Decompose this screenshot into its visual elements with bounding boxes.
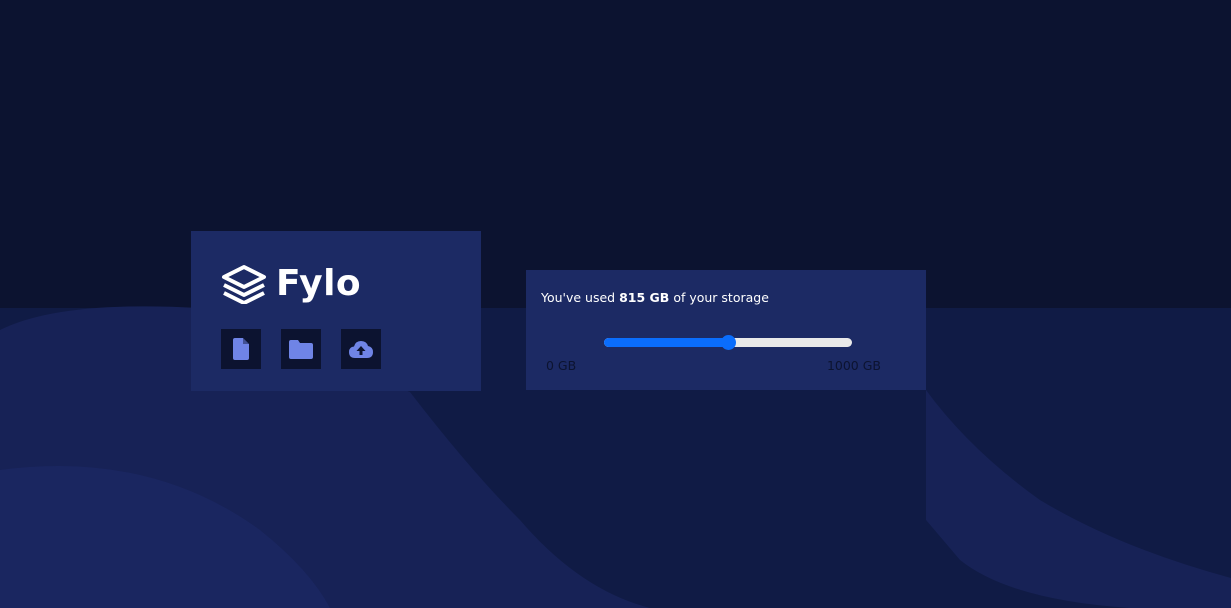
used-amount: 815 GB: [619, 290, 670, 305]
document-button[interactable]: [221, 329, 261, 369]
usage-suffix: of your storage: [673, 290, 769, 305]
layers-stack-icon: [222, 265, 266, 304]
folder-button[interactable]: [281, 329, 321, 369]
storage-slider[interactable]: [604, 335, 852, 350]
range-max-label: 1000 GB: [826, 358, 881, 373]
cloud-upload-icon: [349, 341, 373, 358]
logo-card: Fylo: [191, 231, 481, 391]
storage-usage-text: You've used 815 GB of your storage: [541, 290, 769, 305]
action-buttons: [221, 329, 381, 369]
logo: Fylo: [220, 264, 361, 304]
document-icon: [233, 338, 249, 360]
storage-card: You've used 815 GB of your storage 0 GB …: [526, 270, 926, 390]
slider-thumb[interactable]: [720, 335, 736, 350]
usage-prefix: You've used: [541, 290, 616, 305]
brand-name: Fylo: [276, 263, 362, 304]
range-min-label: 0 GB: [546, 358, 577, 373]
slider-fill: [604, 338, 728, 347]
upload-button[interactable]: [341, 329, 381, 369]
folder-icon: [289, 339, 313, 359]
